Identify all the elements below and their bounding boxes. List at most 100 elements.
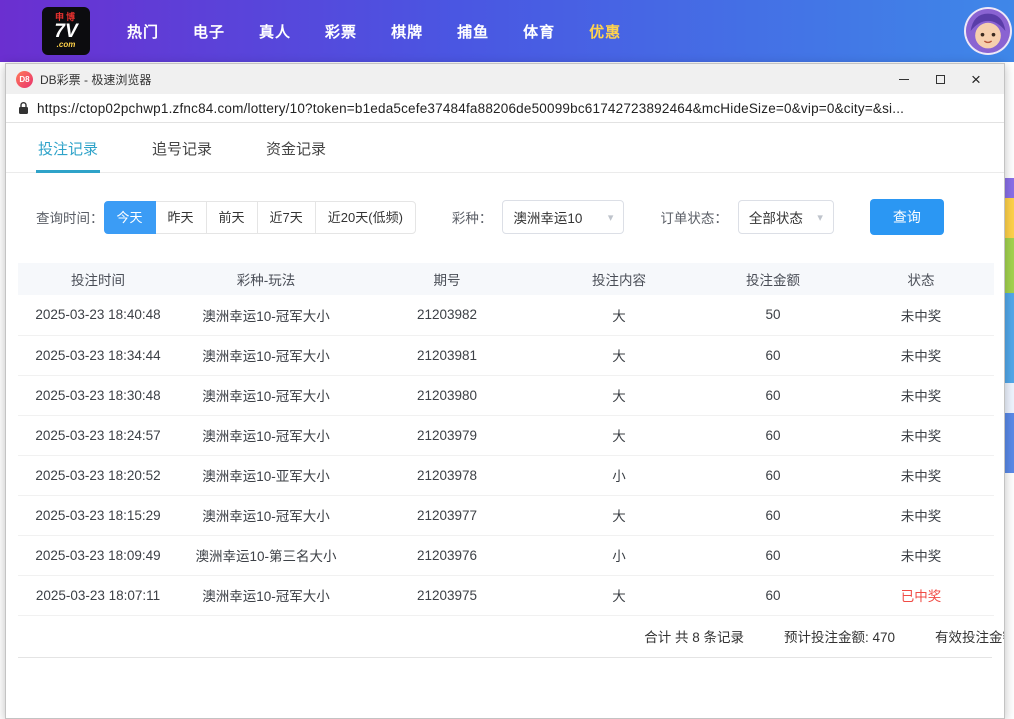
cell-issue-number: 21203982 [354,295,540,335]
column-header: 投注内容 [540,263,698,295]
table-row: 2025-03-23 18:09:49 澳洲幸运10-第三名大小 2120397… [18,535,994,575]
cell-bet-time: 2025-03-23 18:40:48 [18,295,178,335]
cell-bet-content: 大 [540,495,698,535]
column-header: 彩种-玩法 [178,263,354,295]
avatar-illustration [966,9,1010,53]
cell-bet-time: 2025-03-23 18:34:44 [18,335,178,375]
site-logo[interactable]: 申博 7V .com [42,7,90,55]
cell-bet-content: 大 [540,375,698,415]
table-header-row: 投注时间彩种-玩法期号投注内容投注金额状态 [18,263,994,295]
nav-item[interactable]: 电子 [176,11,242,52]
lottery-record-page: 投注记录追号记录资金记录 查询时间： 今天昨天前天近7天近20天(低频) 彩种：… [6,123,1004,658]
cell-game-play: 澳洲幸运10-冠军大小 [178,295,354,335]
user-avatar[interactable] [964,7,1012,55]
window-title: DB彩票 - 极速浏览器 [40,71,151,88]
cell-game-play: 澳洲幸运10-冠军大小 [178,375,354,415]
url-text[interactable]: https://ctop02pchwp1.zfnc84.com/lottery/… [37,101,904,116]
time-filter-label: 查询时间： [36,207,104,227]
nav-item[interactable]: 彩票 [308,11,374,52]
table-row: 2025-03-23 18:15:29 澳洲幸运10-冠军大小 21203977… [18,495,994,535]
window-controls: × [886,64,994,94]
cell-status: 未中奖 [848,455,994,495]
cell-bet-amount: 60 [698,375,848,415]
query-button[interactable]: 查询 [870,199,944,235]
cell-bet-time: 2025-03-23 18:07:11 [18,575,178,615]
cell-status: 未中奖 [848,335,994,375]
table-body: 2025-03-23 18:40:48 澳洲幸运10-冠军大小 21203982… [18,295,994,615]
record-tab[interactable]: 资金记录 [264,123,328,173]
cell-status: 未中奖 [848,415,994,455]
cell-issue-number: 21203979 [354,415,540,455]
cell-bet-amount: 60 [698,535,848,575]
cell-issue-number: 21203978 [354,455,540,495]
maximize-icon [936,75,945,84]
address-bar[interactable]: https://ctop02pchwp1.zfnc84.com/lottery/… [6,94,1004,123]
cell-bet-time: 2025-03-23 18:09:49 [18,535,178,575]
cell-bet-amount: 60 [698,575,848,615]
table-row: 2025-03-23 18:40:48 澳洲幸运10-冠军大小 21203982… [18,295,994,335]
lottery-select[interactable]: 澳洲幸运10 ▾ [502,200,624,234]
maximize-button[interactable] [922,64,958,94]
status-filter-label: 订单状态： [660,207,728,227]
table-row: 2025-03-23 18:34:44 澳洲幸运10-冠军大小 21203981… [18,335,994,375]
nav-item[interactable]: 热门 [110,11,176,52]
time-range-option[interactable]: 前天 [206,201,258,234]
nav-item[interactable]: 优惠 [572,11,638,52]
time-range-option[interactable]: 今天 [104,201,156,234]
close-button[interactable]: × [958,64,994,94]
cell-bet-time: 2025-03-23 18:15:29 [18,495,178,535]
column-header: 状态 [848,263,994,295]
cell-status: 未中奖 [848,295,994,335]
cell-issue-number: 21203975 [354,575,540,615]
cell-bet-content: 小 [540,535,698,575]
logo-com-text: .com [57,41,76,49]
time-range-group: 今天昨天前天近7天近20天(低频) [104,201,416,234]
cell-issue-number: 21203981 [354,335,540,375]
record-tab[interactable]: 追号记录 [150,123,214,173]
browser-window: D8 DB彩票 - 极速浏览器 × https://ctop02pchwp1.z… [5,63,1005,719]
cell-bet-amount: 50 [698,295,848,335]
browser-app-icon: D8 [16,71,33,88]
nav-item[interactable]: 棋牌 [374,11,440,52]
record-tab[interactable]: 投注记录 [36,123,100,173]
cell-game-play: 澳洲幸运10-冠军大小 [178,415,354,455]
cell-status: 已中奖 [848,575,994,615]
cell-bet-content: 大 [540,575,698,615]
time-range-option[interactable]: 近20天(低频) [315,201,416,234]
cell-game-play: 澳洲幸运10-冠军大小 [178,495,354,535]
column-header: 投注时间 [18,263,178,295]
cell-bet-amount: 60 [698,455,848,495]
cell-issue-number: 21203980 [354,375,540,415]
summary-bar: 合计 共 8 条记录 预计投注金额: 470 有效投注金额 [18,616,992,658]
filter-bar: 查询时间： 今天昨天前天近7天近20天(低频) 彩种： 澳洲幸运10 ▾ 订单状… [6,199,1004,235]
site-top-nav: 申博 7V .com 热门电子真人彩票棋牌捕鱼体育优惠 [0,0,1014,62]
nav-item[interactable]: 体育 [506,11,572,52]
site-nav-menu: 热门电子真人彩票棋牌捕鱼体育优惠 [110,11,638,52]
nav-item[interactable]: 捕鱼 [440,11,506,52]
cell-game-play: 澳洲幸运10-冠军大小 [178,575,354,615]
column-header: 期号 [354,263,540,295]
cell-bet-content: 大 [540,335,698,375]
nav-item[interactable]: 真人 [242,11,308,52]
chevron-down-icon: ▾ [817,211,823,224]
lottery-select-value: 澳洲幸运10 [513,207,582,227]
cell-bet-content: 小 [540,455,698,495]
table-row: 2025-03-23 18:24:57 澳洲幸运10-冠军大小 21203979… [18,415,994,455]
cell-bet-amount: 60 [698,415,848,455]
cell-bet-amount: 60 [698,495,848,535]
cell-game-play: 澳洲幸运10-第三名大小 [178,535,354,575]
minimize-button[interactable] [886,64,922,94]
background-page-edge [1005,63,1014,719]
lock-icon [18,101,29,115]
cell-bet-content: 大 [540,295,698,335]
cell-status: 未中奖 [848,535,994,575]
cell-bet-time: 2025-03-23 18:30:48 [18,375,178,415]
order-status-select[interactable]: 全部状态 ▾ [738,200,834,234]
time-range-option[interactable]: 昨天 [155,201,207,234]
lottery-filter-label: 彩种： [452,207,493,227]
time-range-option[interactable]: 近7天 [257,201,316,234]
valid-amount-text: 有效投注金额 [935,626,1005,646]
minimize-icon [899,79,909,80]
table-row: 2025-03-23 18:07:11 澳洲幸运10-冠军大小 21203975… [18,575,994,615]
column-header: 投注金额 [698,263,848,295]
